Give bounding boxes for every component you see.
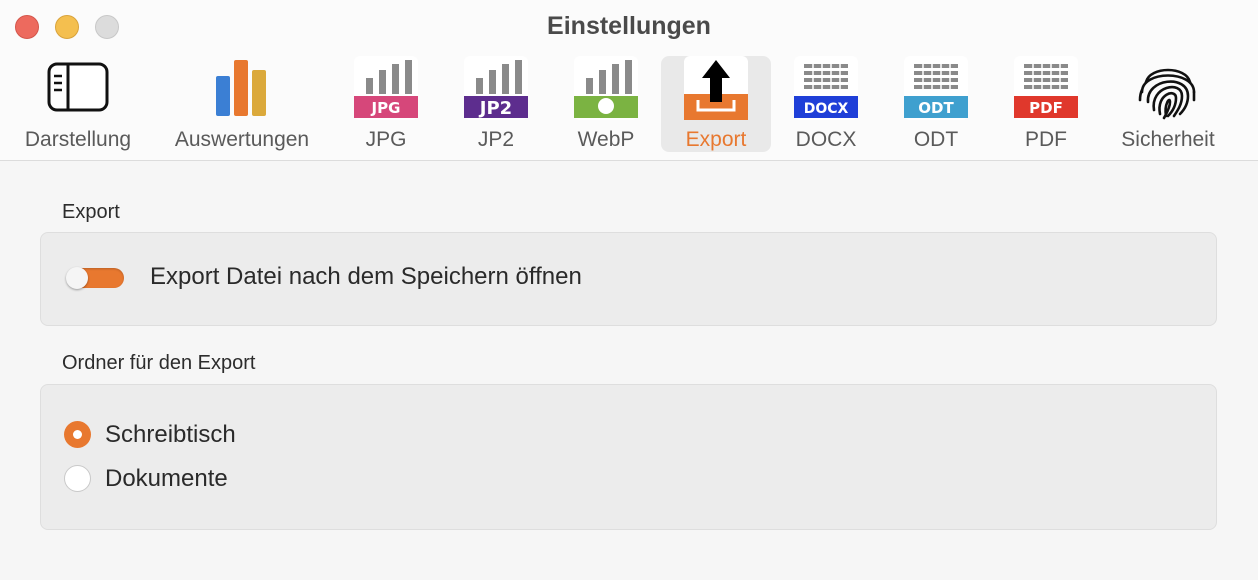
tab-auswertungen[interactable]: Auswertungen xyxy=(160,56,324,152)
docx-file-icon: DOCX xyxy=(794,56,858,120)
svg-text:JP2: JP2 xyxy=(478,98,512,119)
tab-label: Export xyxy=(685,128,747,151)
radio-schreibtisch[interactable] xyxy=(64,421,91,448)
open-after-save-toggle[interactable] xyxy=(66,267,124,289)
tab-label: Auswertungen xyxy=(174,128,310,151)
radio-label-schreibtisch[interactable]: Schreibtisch xyxy=(105,421,236,449)
tab-sicherheit[interactable]: Sicherheit xyxy=(1106,56,1230,152)
fingerprint-icon xyxy=(1138,68,1196,120)
open-after-save-label: Export Datei nach dem Speichern öffnen xyxy=(150,263,582,290)
tab-odt[interactable]: ODT ODT xyxy=(881,56,991,152)
pdf-file-icon: PDF xyxy=(1014,56,1078,120)
bar-chart-icon xyxy=(216,60,266,116)
tab-label: ODT xyxy=(913,128,959,151)
tab-label: JP2 xyxy=(477,128,515,151)
jpg-file-icon: JPG xyxy=(354,56,418,120)
title-bar: Einstellungen Darstellung Auswertungen J… xyxy=(0,0,1258,161)
svg-text:JPG: JPG xyxy=(371,99,401,117)
toggle-knob xyxy=(66,267,88,289)
svg-text:ODT: ODT xyxy=(918,99,954,117)
window-title: Einstellungen xyxy=(547,12,711,40)
tab-darstellung[interactable]: Darstellung xyxy=(10,56,146,152)
radio-dot xyxy=(73,430,82,439)
tab-docx[interactable]: DOCX DOCX xyxy=(771,56,881,152)
tab-export[interactable]: Export xyxy=(661,56,771,152)
tab-label: DOCX xyxy=(795,128,857,151)
sidebar-layout-icon xyxy=(47,62,109,112)
webp-file-icon xyxy=(574,56,638,120)
folder-options-group xyxy=(40,384,1217,530)
tab-label: WebP xyxy=(577,128,635,151)
jp2-file-icon: JP2 xyxy=(464,56,528,120)
svg-text:DOCX: DOCX xyxy=(804,101,849,117)
export-section-title: Export xyxy=(62,201,120,223)
tab-label: JPG xyxy=(365,128,407,151)
odt-file-icon: ODT xyxy=(904,56,968,120)
tab-label: PDF xyxy=(1025,128,1067,151)
tab-jpg[interactable]: JPG JPG xyxy=(331,56,441,152)
export-upload-icon xyxy=(684,56,748,120)
svg-text:PDF: PDF xyxy=(1029,99,1063,117)
tab-label: Darstellung xyxy=(24,128,132,151)
folder-section-title: Ordner für den Export xyxy=(62,352,256,374)
tab-webp[interactable]: WebP xyxy=(551,56,661,152)
tab-jp2[interactable]: JP2 JP2 xyxy=(441,56,551,152)
radio-dokumente[interactable] xyxy=(64,465,91,492)
preferences-window: Einstellungen Darstellung Auswertungen J… xyxy=(0,0,1258,580)
tab-label: Sicherheit xyxy=(1121,128,1215,151)
tab-pdf[interactable]: PDF PDF xyxy=(991,56,1101,152)
radio-label-dokumente[interactable]: Dokumente xyxy=(105,465,228,493)
